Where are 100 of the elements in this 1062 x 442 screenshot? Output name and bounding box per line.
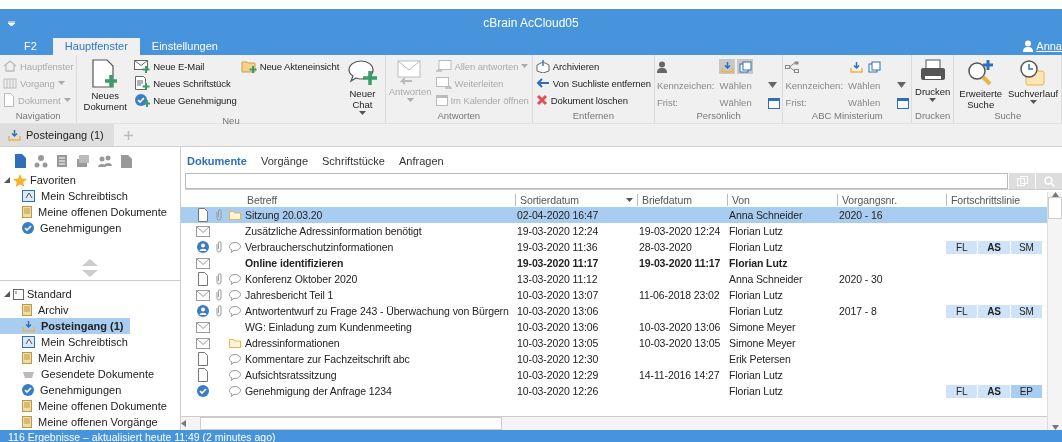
copy-icon [738,60,752,73]
ribbon-button[interactable]: Suchverlauf [1007,57,1059,110]
table-row[interactable]: Antwortentwurf zu Frage 243 - Überwachung von Bürgern 10-03-2020 13:06 Florian Lutz 2017 - 8 FL AS SM [181,303,1047,319]
toggle-button[interactable] [719,59,736,75]
expanded-icon [4,177,10,183]
ribbon-button[interactable]: Archivieren [534,58,652,74]
horizontal-scrollbar[interactable] [181,416,1047,430]
section-title[interactable]: Standard [27,288,72,300]
sidebar-item[interactable]: Meine offenen Dokumente [0,204,176,220]
column-header[interactable]: Fortschrittslinie [951,193,1020,206]
sidebar-item[interactable]: Archiv [0,302,75,318]
table-row[interactable]: Genehmigung der Anfrage 1234 10-03-2020 12:26 Florian Lutz FL AS EP [181,383,1047,399]
table-cell-text: 10-03-2020 12:26 [516,385,600,397]
paperclip-icon [216,289,222,301]
search-button[interactable] [1036,173,1062,189]
ribbon-button[interactable]: Von Suchliste entfernen [534,75,652,91]
sidebar-item[interactable]: Genehmigungen [0,382,128,398]
ribbon-button[interactable]: Neue Akteneinsicht [239,58,341,74]
list-icon [56,154,68,168]
section-title[interactable]: Favoriten [30,174,76,186]
sidebar-item[interactable]: Gesendete Dokumente [0,366,161,382]
clear-button[interactable] [1009,173,1035,189]
tray-icon [22,369,35,379]
content-tab[interactable]: Vorgänge [260,155,308,167]
toggle-button[interactable] [866,59,883,75]
table-row[interactable]: Kommentare zur Fachzeitschrift abc 10-03-2020 12:30 Erik Petersen [181,351,1047,367]
ribbon-button[interactable]: Neues Schriftstück [133,75,238,91]
sidebar-item[interactable]: Posteingang (1) [0,318,130,334]
subject-cell-text: Aufsichtsratssitzung [244,369,338,381]
subject-cell-text: Adressinformationen [244,337,341,349]
column-header[interactable]: Von [732,193,750,206]
envelope-icon [196,225,210,237]
star-icon [13,173,27,187]
scroll-left-icon [181,420,186,427]
ribbon-button[interactable]: Neuer Chat [342,57,383,115]
column-header[interactable]: Briefdatum [642,193,692,206]
window-title: cBrain AcCloud05 [483,16,579,30]
new-document-icon [91,59,120,89]
sidebar-item[interactable]: Genehmigungen [0,220,176,236]
scrollbar-thumb[interactable] [200,417,502,430]
envelope-icon [196,257,210,269]
vertical-scrollbar[interactable] [1047,192,1062,430]
table-cell-text: 10-03-2020 13:05 [638,337,722,349]
table-row[interactable]: Aufsichtsratssitzung 10-03-2020 12:29 14-11-2016 14:27 Florian Lutz [181,367,1047,383]
sidebar-item[interactable]: Mein Schreibtisch [0,334,134,350]
table-row[interactable]: Verbraucherschutzinformationen 19-03-2020 11:36 28-03-2020 Florian Lutz FL AS SM [181,239,1047,255]
progress-tag: FL [946,304,978,318]
chat-plus-icon [347,59,378,87]
column-header[interactable]: Vorgangsnr. [842,193,897,206]
table-cell-text: 2020 - 30 [838,273,884,285]
envelope-icon [196,337,210,349]
toggle-button[interactable] [737,59,754,75]
scrollbar-thumb[interactable] [1048,197,1062,219]
table-row[interactable]: Konferenz Oktober 2020 13-03-2020 11:12 Anna Schneider 2020 - 30 [181,271,1047,287]
sidebar-item[interactable]: Mein Schreibtisch [0,188,176,204]
ribbon-tab[interactable]: Hauptfenster [52,38,140,55]
group-label: Antworten [436,110,482,123]
table-cell-text: 10-03-2020 13:06 [638,321,722,333]
ribbon-button[interactable]: Drucken [914,57,952,110]
caret-icon [1029,100,1037,104]
document-tab[interactable]: Posteingang (1) [0,124,114,146]
column-header[interactable]: Sortierdatum [520,193,579,206]
table-row[interactable]: Jahresbericht Teil 1 10-03-2020 13:07 11-06-2018 23:02 Florian Lutz [181,287,1047,303]
content-tab[interactable]: Dokumente [187,155,247,167]
table-cell-text: 13-03-2020 11:12 [516,273,599,285]
table-row[interactable]: Adressinformationen 10-03-2020 13:05 10-03-2020 13:05 Simone Meyer [181,335,1047,351]
inbox-icon [8,129,21,141]
sidebar-item[interactable]: Meine offenen Vorgänge [0,414,164,430]
ribbon-button[interactable]: Neue Genehmigung [133,92,238,108]
table-cell-text: Florian Lutz [728,385,784,397]
toggle-button[interactable] [848,59,865,75]
table-row[interactable]: Sitzung 20.03.20 02-04-2020 16:47 Anna Schneider 2020 - 16 [181,207,1047,223]
ribbon-button[interactable]: Erweiterte Suche [956,57,1005,110]
content-tab[interactable]: Anfragen [399,155,444,167]
content-tab[interactable]: Schriftstücke [322,155,385,167]
table-row[interactable]: Online identifizieren 19-03-2020 11:17 19-03-2020 11:17 Florian Lutz [181,255,1047,271]
expanded-icon [4,291,10,297]
calendar-icon [768,96,781,109]
table-row[interactable]: WG: Einladung zum Kundenmeeting 10-03-2020 13:06 10-03-2020 13:06 Simone Meyer [181,319,1047,335]
sidebar-item[interactable]: Mein Archiv [0,350,101,366]
desk-icon [22,190,35,202]
ribbon-button[interactable]: Neue E-Mail [133,58,238,74]
group-label: Entfernen [571,110,615,123]
person-badge-icon [197,305,209,317]
table-row[interactable]: Zusätzliche Adressinformation benötigt 19-03-2020 12:24 19-03-2020 12:24 Florian Lutz [181,223,1047,239]
case-icon [3,77,17,89]
check-circle-icon [197,385,209,397]
person-badge-icon [197,241,209,253]
document-icon [3,93,15,107]
sidebar-item[interactable]: Meine offenen Dokumente [0,398,173,414]
table-cell-text: 19-03-2020 11:17 [516,257,600,269]
table-cell-text: Simone Meyer [728,321,797,333]
document-icon [197,272,209,286]
book-icon [22,206,32,218]
book-icon [22,304,32,316]
ribbon-button[interactable]: Neues Dokument [79,57,132,115]
field-label: Kennzeichen: [785,80,844,91]
column-header[interactable]: Betreff [247,193,278,206]
ribbon-button[interactable]: Dokument löschen [534,92,652,108]
search-field[interactable] [185,173,1008,189]
